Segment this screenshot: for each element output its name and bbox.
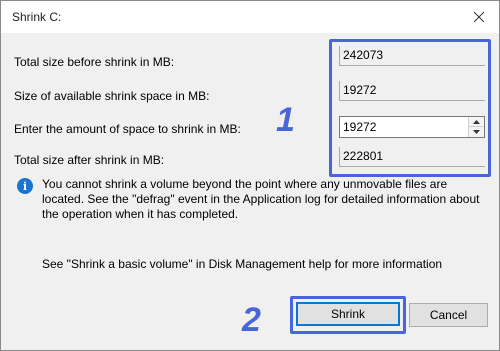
shrink-dialog: Shrink C: Total size before shrink in MB…	[0, 0, 500, 351]
total-after-label: Total size after shrink in MB:	[14, 153, 165, 167]
shrink-amount-input[interactable]	[340, 117, 468, 137]
stepper-buttons	[468, 117, 484, 137]
close-icon	[473, 11, 485, 23]
total-before-value: 242073	[339, 46, 485, 66]
arrow-up-icon	[473, 119, 480, 124]
total-after-value: 222801	[339, 147, 485, 167]
total-before-label: Total size before shrink in MB:	[14, 55, 175, 69]
help-message: See "Shrink a basic volume" in Disk Mana…	[42, 257, 443, 271]
available-space-label: Size of available shrink space in MB:	[14, 89, 210, 103]
arrow-down-icon	[473, 130, 480, 134]
shrink-amount-stepper	[339, 116, 485, 138]
shrink-amount-label: Enter the amount of space to shrink in M…	[14, 122, 241, 136]
shrink-button[interactable]: Shrink	[296, 302, 400, 326]
cancel-button[interactable]: Cancel	[409, 303, 488, 327]
info-icon: i	[17, 178, 33, 194]
info-message: You cannot shrink a volume beyond the po…	[42, 177, 480, 221]
step-1-number: 1	[276, 101, 295, 139]
step-2-number: 2	[242, 301, 261, 339]
stepper-up-button[interactable]	[469, 117, 484, 127]
title-bar: Shrink C:	[1, 1, 499, 33]
available-space-value: 19272	[339, 81, 485, 101]
window-title: Shrink C:	[12, 10, 62, 24]
close-button[interactable]	[467, 5, 491, 29]
stepper-down-button[interactable]	[469, 127, 484, 137]
